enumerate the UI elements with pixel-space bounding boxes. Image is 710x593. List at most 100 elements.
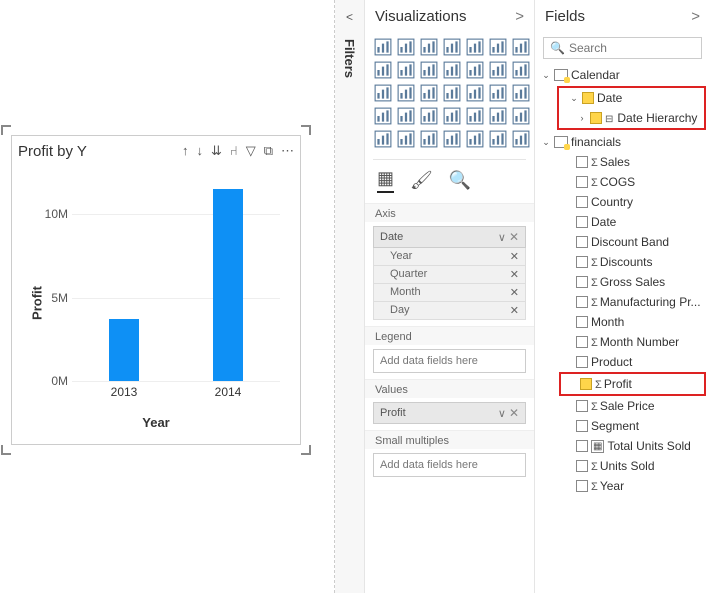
- drill-up-icon[interactable]: ↑: [182, 143, 189, 159]
- checkbox[interactable]: [576, 316, 588, 328]
- viz-waterfall-icon[interactable]: [488, 60, 508, 80]
- checkbox[interactable]: [576, 256, 588, 268]
- focus-mode-icon[interactable]: ⧉: [264, 143, 273, 159]
- resize-handle[interactable]: [1, 125, 11, 135]
- checkbox[interactable]: [576, 336, 588, 348]
- viz-funnel-icon[interactable]: [488, 83, 508, 103]
- expand-level-icon[interactable]: ⇊: [211, 143, 222, 159]
- remove-icon[interactable]: ✕: [509, 406, 519, 420]
- viz-line-icon[interactable]: [373, 60, 393, 80]
- chevron-right-icon[interactable]: >: [515, 8, 524, 25]
- viz-stacked-area-icon[interactable]: [419, 60, 439, 80]
- viz-clustered-column-icon[interactable]: [465, 37, 485, 57]
- field-manufacturing-pr-[interactable]: Manufacturing Pr...: [541, 292, 708, 312]
- search-box[interactable]: 🔍: [543, 37, 702, 59]
- chevron-left-icon[interactable]: <: [346, 10, 353, 24]
- resize-handle[interactable]: [1, 445, 11, 455]
- field-profit[interactable]: Profit: [563, 374, 702, 394]
- viz-table-icon[interactable]: [465, 106, 485, 126]
- field-gross-sales[interactable]: Gross Sales: [541, 272, 708, 292]
- resize-handle[interactable]: [301, 125, 311, 135]
- filter-icon[interactable]: ▽: [246, 143, 256, 159]
- field-date[interactable]: Date: [541, 212, 708, 232]
- viz-kpi-icon[interactable]: [419, 106, 439, 126]
- viz-pie-icon[interactable]: [373, 83, 393, 103]
- checkbox[interactable]: [576, 176, 588, 188]
- axis-hierarchy-level[interactable]: Quarter✕: [373, 266, 526, 284]
- legend-placeholder[interactable]: Add data fields here: [373, 349, 526, 373]
- values-field-chip[interactable]: Profit ∨ ✕: [373, 402, 526, 424]
- viz-power-apps-icon[interactable]: [488, 129, 508, 149]
- field-year[interactable]: Year: [541, 476, 708, 496]
- checkbox[interactable]: [576, 420, 588, 432]
- checkbox[interactable]: [576, 480, 588, 492]
- checkbox[interactable]: [582, 92, 594, 104]
- axis-hierarchy-level[interactable]: Month✕: [373, 284, 526, 302]
- field-segment[interactable]: Segment: [541, 416, 708, 436]
- viz-stacked-column-icon[interactable]: [442, 37, 462, 57]
- viz-ribbon-icon[interactable]: [511, 37, 531, 57]
- viz-matrix-icon[interactable]: [488, 106, 508, 126]
- viz-qa-icon[interactable]: [442, 129, 462, 149]
- field-units-sold[interactable]: Units Sold: [541, 456, 708, 476]
- viz-donut-icon[interactable]: [396, 83, 416, 103]
- viz-paginated-icon[interactable]: [465, 129, 485, 149]
- remove-icon[interactable]: ✕: [510, 268, 519, 281]
- viz-gauge-icon[interactable]: [511, 83, 531, 103]
- filters-pane-collapsed[interactable]: < Filters: [335, 0, 365, 593]
- hierarchy-icon[interactable]: ⑁: [230, 143, 238, 159]
- field-cogs[interactable]: COGS: [541, 172, 708, 192]
- field-total-units-sold[interactable]: ▦Total Units Sold: [541, 436, 708, 456]
- checkbox[interactable]: [576, 276, 588, 288]
- checkbox[interactable]: [580, 378, 592, 390]
- more-options-icon[interactable]: ⋯: [281, 143, 294, 159]
- viz-stacked-bar-icon[interactable]: [373, 37, 393, 57]
- field-discounts[interactable]: Discounts: [541, 252, 708, 272]
- small-placeholder[interactable]: Add data fields here: [373, 453, 526, 477]
- bar[interactable]: [213, 189, 243, 381]
- remove-icon[interactable]: ✕: [510, 304, 519, 317]
- resize-handle[interactable]: [301, 445, 311, 455]
- table-calendar[interactable]: ⌄Calendar: [541, 65, 708, 85]
- remove-icon[interactable]: ✕: [510, 250, 519, 263]
- viz-line-column-stacked-icon[interactable]: [465, 60, 485, 80]
- viz-filled-map-icon[interactable]: [465, 83, 485, 103]
- viz-map-icon[interactable]: [442, 83, 462, 103]
- viz-card-icon[interactable]: [373, 106, 393, 126]
- checkbox[interactable]: [576, 460, 588, 472]
- viz-get-more-icon[interactable]: [511, 129, 531, 149]
- viz-line-column-icon[interactable]: [442, 60, 462, 80]
- chevron-right-icon[interactable]: >: [691, 8, 700, 25]
- viz-r-visual-icon[interactable]: [511, 106, 531, 126]
- search-input[interactable]: [569, 41, 695, 55]
- checkbox[interactable]: [576, 236, 588, 248]
- viz-area-icon[interactable]: [396, 60, 416, 80]
- field-date[interactable]: ⌄Date: [561, 88, 702, 108]
- viz-treemap-icon[interactable]: [419, 83, 439, 103]
- viz-key-influencers-icon[interactable]: [396, 129, 416, 149]
- checkbox[interactable]: [576, 196, 588, 208]
- checkbox[interactable]: [590, 112, 602, 124]
- viz-slicer-icon[interactable]: [442, 106, 462, 126]
- field-sale-price[interactable]: Sale Price: [541, 396, 708, 416]
- field-sales[interactable]: Sales: [541, 152, 708, 172]
- drill-down-icon[interactable]: ↓: [196, 143, 203, 159]
- axis-hierarchy-level[interactable]: Year✕: [373, 248, 526, 266]
- viz-decomposition-icon[interactable]: [419, 129, 439, 149]
- report-canvas[interactable]: Profit by Y ↑ ↓ ⇊ ⑁ ▽ ⧉ ⋯ Profit 0M5M10M…: [0, 0, 335, 593]
- field-product[interactable]: Product: [541, 352, 708, 372]
- field-month-number[interactable]: Month Number: [541, 332, 708, 352]
- field-country[interactable]: Country: [541, 192, 708, 212]
- checkbox[interactable]: [576, 296, 588, 308]
- chart-visual[interactable]: Profit by Y ↑ ↓ ⇊ ⑁ ▽ ⧉ ⋯ Profit 0M5M10M…: [6, 130, 306, 450]
- viz-stacked-bar-100-icon[interactable]: [419, 37, 439, 57]
- field-month[interactable]: Month: [541, 312, 708, 332]
- viz-python-visual-icon[interactable]: [373, 129, 393, 149]
- checkbox[interactable]: [576, 156, 588, 168]
- table-financials[interactable]: ⌄financials: [541, 132, 708, 152]
- viz-stacked-column-100-icon[interactable]: [488, 37, 508, 57]
- viz-scatter-icon[interactable]: [511, 60, 531, 80]
- checkbox[interactable]: [576, 400, 588, 412]
- field-date-hierarchy[interactable]: ›Date Hierarchy: [561, 108, 702, 128]
- remove-icon[interactable]: ✕: [510, 286, 519, 299]
